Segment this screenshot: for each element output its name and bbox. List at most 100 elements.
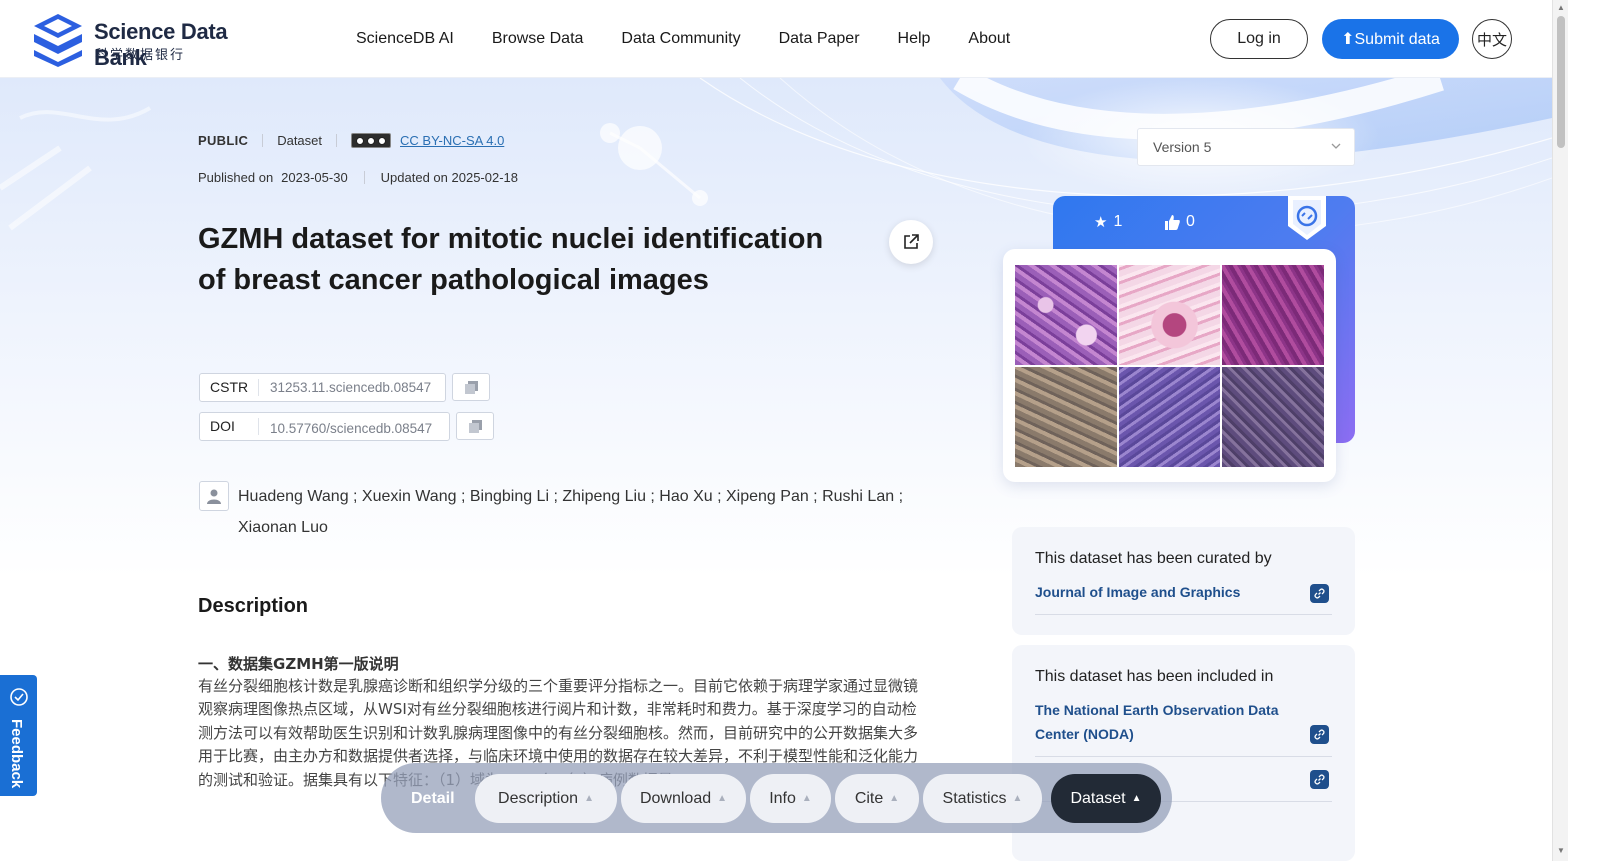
chevron-up-icon: ▲ [1012,793,1023,804]
feedback-tab[interactable]: Feedback [0,675,37,796]
chevron-up-icon: ▲ [801,793,812,804]
published-label: Published on [198,170,274,185]
nav-sciencedb-ai[interactable]: ScienceDB AI [356,30,454,48]
like-count-value: 0 [1186,213,1195,230]
nav-browse-data[interactable]: Browse Data [492,30,584,48]
external-link-icon [904,234,919,249]
divider [363,171,365,184]
doi-label: DOI [200,418,259,435]
login-button[interactable]: Log in [1210,19,1308,59]
language-toggle-button[interactable]: 中文 [1472,19,1512,59]
main-nav: ScienceDB AI Browse Data Data Community … [356,30,1010,48]
nav-help[interactable]: Help [898,30,931,48]
upload-icon: ⬆ [1341,31,1355,48]
scroll-down-arrow-icon[interactable]: ▼ [1557,846,1565,855]
copy-doi-button[interactable] [456,412,494,440]
link-icon[interactable] [1310,584,1329,603]
divider [1035,614,1332,615]
published-date: 2023-05-30 [281,170,348,185]
link-icon[interactable] [1310,725,1329,744]
doi-value[interactable]: 10.57760/sciencedb.08547 [259,417,432,436]
certified-shield-icon [1288,196,1326,240]
curated-heading: This dataset has been curated by [1035,550,1272,567]
included-heading: This dataset has been included in [1035,668,1274,685]
top-header: Science Data Bank 科学数据银行 ScienceDB AI Br… [0,0,1552,78]
author-list[interactable]: Huadeng Wang ; Xuexin Wang ; Bingbing Li… [238,481,918,543]
pathology-image-grid [1015,265,1324,467]
nav-about[interactable]: About [968,30,1010,48]
section-tab-label: Statistics [942,789,1007,807]
description-section-title: Description [198,595,309,617]
copy-icon [468,419,482,433]
chevron-up-icon: ▲ [889,793,900,804]
dataset-dates-row: Published on 2023-05-30 Updated on 2025-… [198,170,518,185]
section-nav-detail-label: Detail [411,790,455,807]
feedback-icon [10,688,28,706]
section-tab-cite[interactable]: Cite ▲ [835,774,919,823]
share-button[interactable] [889,220,933,264]
section-tab-statistics[interactable]: Statistics ▲ [923,774,1042,823]
pathology-tile [1118,367,1221,467]
page-scrollbar[interactable]: ▲ ▼ [1552,0,1568,861]
logo-mark-icon [34,14,82,67]
pathology-tile [1015,367,1117,467]
nav-data-paper[interactable]: Data Paper [779,30,860,48]
chevron-up-icon: ▲ [1131,793,1142,804]
star-count-value: 1 [1113,213,1123,230]
dataset-title: GZMH dataset for mitotic nuclei identifi… [198,223,824,296]
chevron-down-icon [1331,143,1341,149]
thumbs-up-icon [1165,214,1180,230]
section-tab-label: Description [498,789,579,807]
version-select[interactable]: Version 5 [1137,128,1355,166]
resource-type: Dataset [277,133,323,148]
license-link[interactable]: CC BY-NC-SA 4.0 [400,133,504,148]
dataset-thumbnail-card[interactable] [1003,249,1336,482]
updated-date: Updated on 2025-02-18 [380,170,519,185]
user-icon [207,489,221,504]
section-tab-dataset[interactable]: Dataset ▲ [1051,774,1161,823]
version-selected-value: Version 5 [1153,139,1212,155]
logo-text-cn: 科学数据银行 [95,47,186,62]
like-count[interactable]: 0 [1165,213,1195,231]
scroll-up-arrow-icon[interactable]: ▲ [1557,3,1565,12]
section-tab-download[interactable]: Download ▲ [621,774,746,823]
dataset-meta-row: PUBLIC Dataset CC BY-NC-SA 4.0 [198,133,504,148]
copy-cstr-button[interactable] [452,373,490,401]
section-nav-bar: Detail Description ▲ Download ▲ Info ▲ Cite… [381,763,1172,833]
visibility-badge: PUBLIC [198,133,249,148]
doi-field: DOI 10.57760/sciencedb.08547 [199,412,450,441]
section-tab-info[interactable]: Info ▲ [750,774,831,823]
link-icon[interactable] [1310,770,1329,789]
submit-data-button[interactable]: ⬆Submit data [1322,19,1459,59]
cc-license-icon [351,133,392,148]
cstr-value[interactable]: 31253.11.sciencedb.08547 [259,380,431,395]
scroll-thumb[interactable] [1557,16,1565,148]
pathology-tile [1222,367,1324,467]
copy-icon [464,380,478,394]
section-tab-description[interactable]: Description ▲ [475,774,617,823]
section-tab-label: Info [769,789,796,807]
curated-by-box: This dataset has been curated by Journal… [1012,527,1355,635]
section-tab-label: Download [639,789,712,807]
site-logo[interactable]: Science Data Bank 科学数据银行 [30,12,280,70]
chevron-up-icon: ▲ [584,793,594,804]
section-tab-label: Dataset [1070,789,1126,807]
divider [1035,756,1332,757]
divider [262,134,264,147]
star-count[interactable]: ★ 1 [1094,213,1122,231]
included-center-link[interactable]: The National Earth Observation Data Cent… [1035,698,1285,746]
cstr-field: CSTR 31253.11.sciencedb.08547 [199,373,446,402]
feedback-label: Feedback [8,719,25,789]
pathology-tile [1222,265,1324,365]
section-tab-label: Cite [854,789,884,807]
cstr-label: CSTR [200,379,259,396]
divider [336,134,338,147]
curated-journal-link[interactable]: Journal of Image and Graphics [1035,580,1285,604]
chevron-up-icon: ▲ [717,793,728,804]
description-heading: 一、数据集GZMH第一版说明 [198,655,399,673]
pathology-tile [1118,265,1221,365]
pathology-tile [1015,265,1117,365]
nav-data-community[interactable]: Data Community [621,30,740,48]
star-icon: ★ [1094,214,1108,231]
author-icon [199,481,229,511]
